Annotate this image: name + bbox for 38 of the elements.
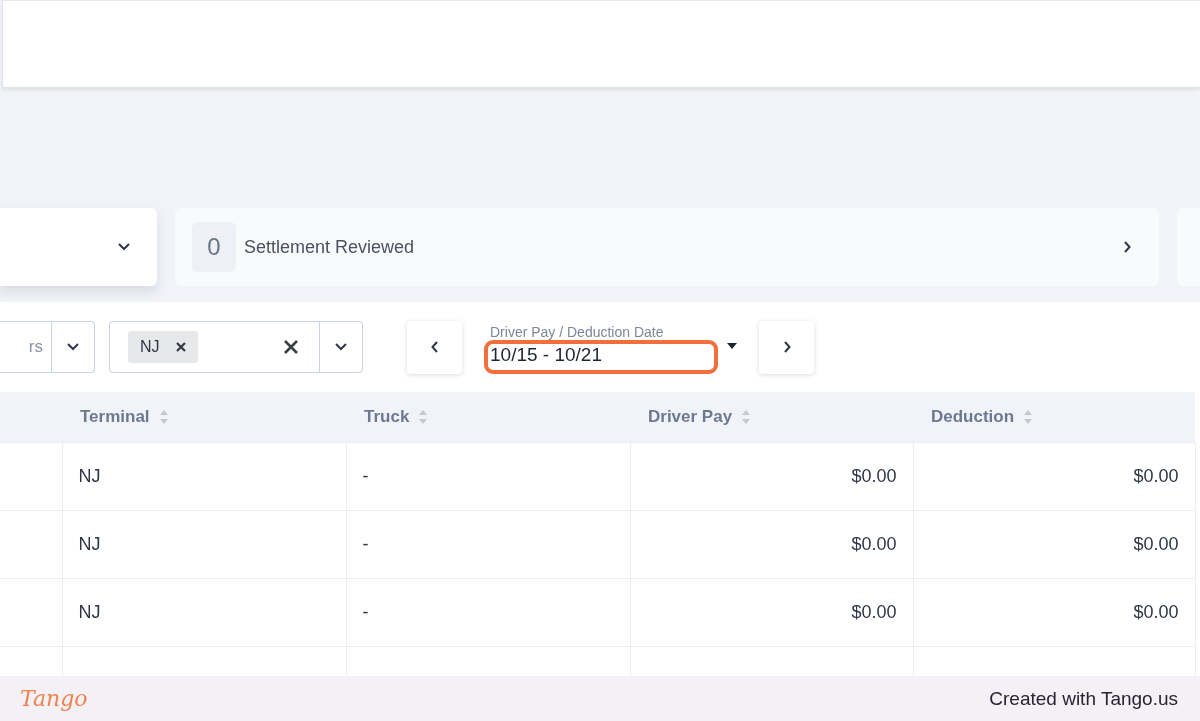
table-cell: $0.00 [630, 442, 913, 511]
table-cell: $0.00 [630, 578, 913, 647]
clear-icon[interactable] [283, 339, 299, 355]
chevron-left-icon [430, 341, 439, 353]
column-header[interactable]: Deduction [931, 407, 1033, 427]
caret-down-icon[interactable] [727, 342, 737, 350]
logo: Tango [20, 686, 88, 711]
status-card[interactable]: 0 Settlement Reviewed [175, 208, 1159, 286]
table-cell: - [346, 442, 630, 511]
table-cell: NJ [62, 442, 346, 511]
multi-select-field[interactable]: NJ [109, 321, 363, 373]
table-cell: NJ [62, 578, 346, 647]
date-label: Driver Pay / Deduction Date [490, 324, 664, 340]
filter-chip[interactable]: NJ [128, 331, 198, 363]
table-cell: NJ [62, 510, 346, 579]
previous-button[interactable] [407, 320, 462, 374]
status-label: Settlement Reviewed [244, 236, 416, 258]
chevron-down-icon [67, 343, 79, 351]
table-cell: - [346, 510, 630, 579]
table-cell: $0.00 [913, 442, 1195, 511]
count-badge: 0 [192, 222, 236, 272]
table-cell: $0.00 [913, 510, 1195, 579]
table-cell: $0.00 [913, 578, 1195, 647]
column-header[interactable]: Truck [364, 407, 428, 427]
select-field[interactable]: rs [0, 321, 95, 373]
column-header[interactable]: Driver Pay [648, 407, 751, 427]
table-cell: - [346, 578, 630, 647]
chevron-down-icon [335, 343, 347, 351]
next-button[interactable] [759, 320, 814, 374]
column-header[interactable]: Terminal [80, 407, 168, 427]
credit-text: Created with Tango.us [989, 687, 1178, 710]
chevron-down-icon [118, 243, 130, 251]
date-range-field[interactable]: 10/15 - 10/21 [490, 344, 602, 366]
table-cell: $0.00 [630, 510, 913, 579]
chevron-right-icon [1123, 241, 1131, 253]
dropdown-card[interactable] [0, 208, 157, 286]
remove-icon[interactable] [175, 342, 186, 352]
chevron-right-icon [782, 341, 791, 353]
